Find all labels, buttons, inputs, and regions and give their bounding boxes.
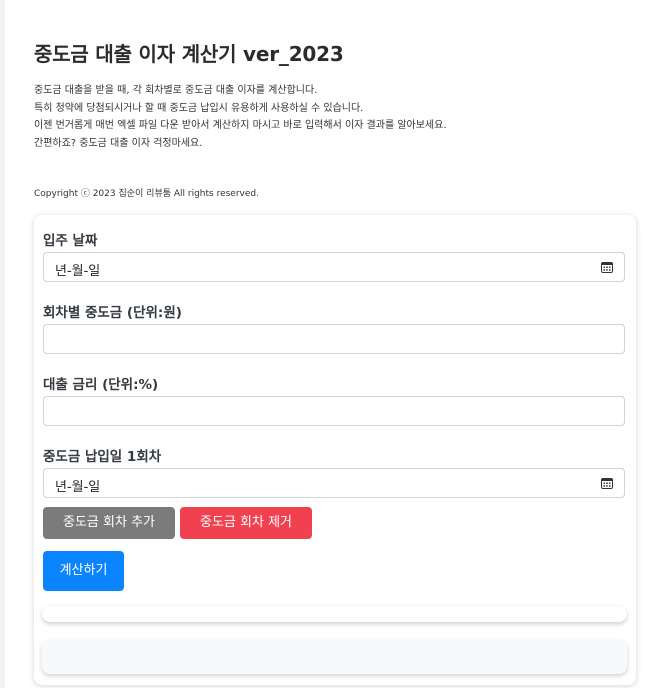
description: 중도금 대출을 받을 때, 각 회차별로 중도금 대출 이자를 계산합니다. 특…	[34, 82, 637, 152]
payment-date-1-placeholder: 년-월-일	[55, 480, 101, 495]
installment-amount-input[interactable]	[43, 324, 625, 354]
result-bar	[42, 606, 627, 622]
installment-amount-label: 회차별 중도금 (단위:원)	[43, 305, 182, 321]
interest-rate-input[interactable]	[43, 396, 625, 426]
move-in-date-placeholder: 년-월-일	[55, 264, 101, 279]
calculator-card: 입주 날짜 년-월-일 회차별 중도금 (단위:원) 대출 금리 (단위:%) …	[34, 215, 636, 685]
add-installment-button[interactable]: 중도금 회차 추가	[43, 507, 175, 539]
calculate-button[interactable]: 계산하기	[43, 551, 124, 591]
description-line: 특히 청약에 당첨되시거나 할 때 중도금 납입시 유용하게 사용하실 수 있습…	[34, 102, 364, 114]
page-title: 중도금 대출 이자 계산기 ver_2023	[34, 42, 344, 66]
copyright: Copyright ⓒ 2023 집순이 리뷰툼 All rights rese…	[34, 189, 259, 199]
calendar-icon[interactable]	[601, 261, 613, 273]
result-box	[42, 640, 627, 674]
remove-installment-button[interactable]: 중도금 회차 제거	[180, 507, 312, 539]
payment-date-1-label: 중도금 납입일 1회차	[43, 449, 162, 465]
left-rail	[0, 0, 5, 688]
interest-rate-label: 대출 금리 (단위:%)	[43, 377, 159, 393]
description-line: 간편하죠? 중도금 대출 이자 걱정마세요.	[34, 137, 203, 149]
description-line: 중도금 대출을 받을 때, 각 회차별로 중도금 대출 이자를 계산합니다.	[34, 85, 318, 96]
move-in-date-input[interactable]: 년-월-일	[43, 252, 625, 282]
payment-date-1-input[interactable]: 년-월-일	[43, 468, 625, 498]
move-in-date-label: 입주 날짜	[43, 233, 98, 249]
calendar-icon[interactable]	[601, 477, 613, 489]
description-line: 이젠 번거롭게 매번 엑셀 파일 다운 받아서 계산하지 마시고 바로 입력해서…	[34, 120, 447, 131]
